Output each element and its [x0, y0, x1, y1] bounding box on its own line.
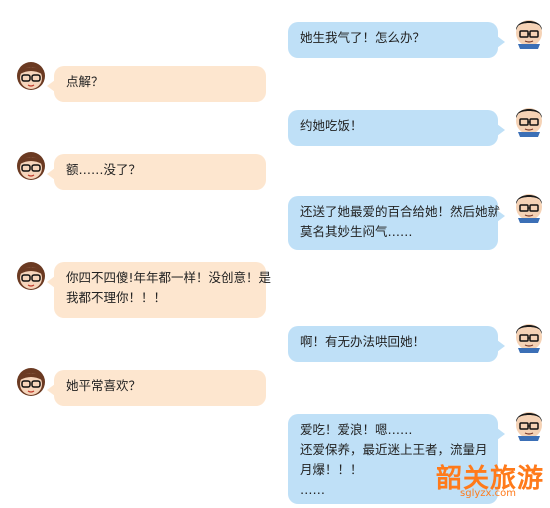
message-text: 我都不理你！！！ [66, 290, 167, 305]
boy-avatar-icon [516, 324, 542, 353]
message-text: 还送了她最爱的百合给她！然后她就 [300, 204, 501, 219]
watermark-logo: 韶关旅游 sglyzx.com [394, 458, 544, 504]
bubble-tail [47, 276, 55, 288]
girl-avatar-icon [17, 262, 45, 290]
message-text: 啊！有无办法哄回她！ [300, 334, 426, 349]
message-bubble-right: 啊！有无办法哄回她！ [288, 326, 505, 362]
message-bubble-right: 约她吃饭！ [288, 110, 505, 146]
chat-conversation: 她生我气了！怎么办？ 点解？ 约她吃饭！ 额……没了？ 还送了她最爱的百合给她！… [0, 0, 550, 508]
bubble-tail [47, 80, 55, 92]
bubble-tail [47, 168, 55, 180]
watermark-url: sglyzx.com [460, 488, 516, 499]
message-bubble-left: 额……没了？ [47, 154, 266, 190]
girl-avatar-icon [17, 62, 45, 90]
message-text: 点解？ [66, 74, 104, 89]
boy-avatar-icon [516, 412, 542, 441]
message-bubble-right: 她生我气了！怎么办？ [288, 22, 505, 58]
girl-avatar-icon [17, 368, 45, 396]
bubble-tail [497, 36, 505, 48]
girl-avatar-icon [17, 152, 45, 180]
message-text: 额……没了？ [66, 162, 142, 177]
message-text: 莫名其妙生闷气…… [300, 224, 413, 239]
message-text: 约她吃饭！ [300, 118, 363, 133]
message-text: 她平常喜欢？ [66, 378, 142, 393]
bubble-tail [497, 428, 505, 440]
message-text: 还爱保养，最近迷上王者，流量月 [300, 442, 488, 457]
message-bubble-left: 点解？ [47, 66, 266, 102]
message-bubble-right: 还送了她最爱的百合给她！然后她就 莫名其妙生闷气…… [288, 196, 505, 250]
bubble-tail [497, 124, 505, 136]
boy-avatar-icon [516, 108, 542, 137]
message-text: 她生我气了！怎么办？ [300, 30, 426, 45]
boy-avatar-icon [516, 20, 542, 49]
boy-avatar-icon [516, 194, 542, 223]
bubble-tail [497, 340, 505, 352]
bubble-tail [47, 384, 55, 396]
bubble-tail [497, 210, 505, 222]
message-bubble-left: 她平常喜欢？ [47, 370, 266, 406]
message-text: 你四不四傻!年年都一样！没创意！是 [66, 270, 272, 285]
message-bubble-left: 你四不四傻!年年都一样！没创意！是 我都不理你！！！ [47, 262, 272, 318]
message-text: 爱吃！爱浪！嗯…… [300, 422, 413, 437]
